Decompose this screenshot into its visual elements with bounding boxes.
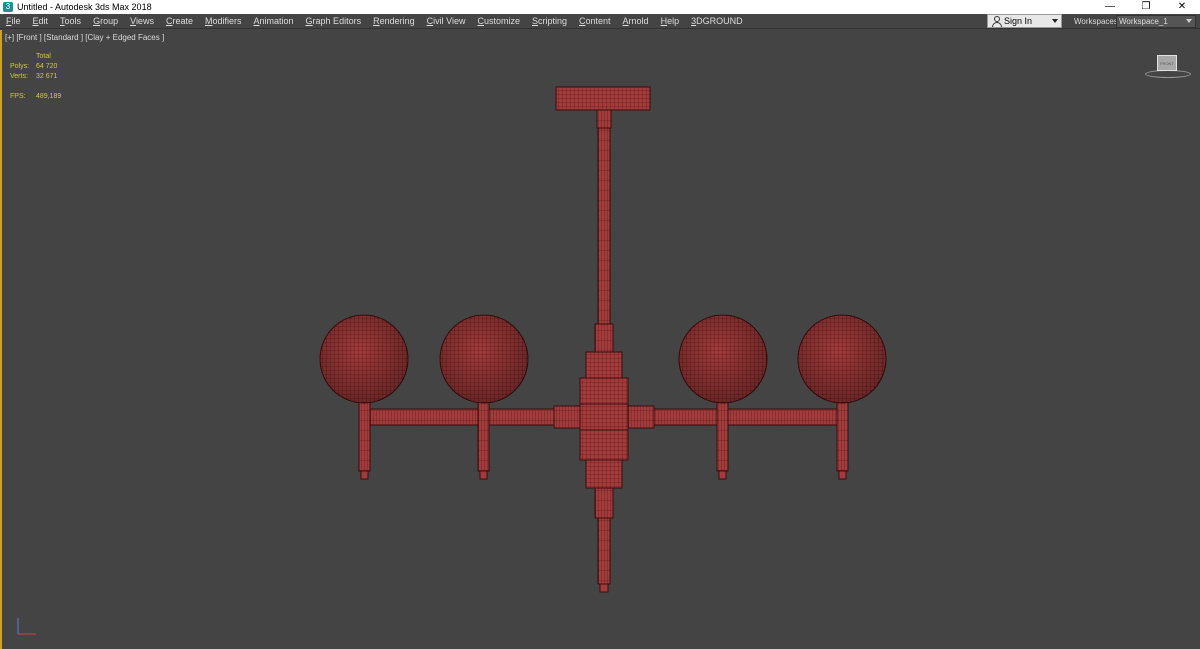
down-rod[interactable] [597, 127, 611, 325]
menu-item-modifiers[interactable]: Modifiers [199, 14, 248, 29]
menu-item-tools[interactable]: Tools [54, 14, 87, 29]
title-bar: 3 Untitled - Autodesk 3ds Max 2018 — ❐ ✕ [0, 0, 1200, 14]
menu-item-arnold[interactable]: Arnold [617, 14, 655, 29]
front-viewport[interactable]: [+] [Front ] [Standard ] [Clay + Edged F… [0, 30, 1200, 649]
rod-coupling[interactable] [594, 323, 614, 353]
stem-3[interactable] [716, 400, 729, 472]
body-band-top[interactable] [579, 377, 629, 405]
user-icon [991, 16, 1002, 27]
close-button[interactable]: ✕ [1164, 0, 1200, 14]
workspaces-label: Workspaces: [1074, 17, 1121, 26]
body-upper[interactable] [585, 351, 623, 379]
body-band-low[interactable] [579, 429, 629, 461]
globe-4[interactable] [797, 314, 887, 404]
bottom-rod[interactable] [597, 517, 611, 585]
menu-item-file[interactable]: File [0, 14, 27, 29]
minimize-button[interactable]: — [1092, 0, 1128, 14]
axis-tripod-icon [17, 618, 36, 635]
chandelier-model[interactable] [2, 30, 1200, 649]
sign-in-dropdown[interactable]: Sign In [987, 14, 1062, 28]
menu-item-rendering[interactable]: Rendering [367, 14, 421, 29]
chevron-down-icon [1052, 19, 1058, 23]
window-title: Untitled - Autodesk 3ds Max 2018 [17, 2, 152, 12]
app-logo-icon: 3 [3, 2, 13, 12]
body-lower[interactable] [585, 459, 623, 489]
maximize-button[interactable]: ❐ [1128, 0, 1164, 14]
menu-item-group[interactable]: Group [87, 14, 124, 29]
sign-in-label: Sign In [1004, 16, 1033, 26]
menu-item-3dground[interactable]: 3DGROUND [685, 14, 749, 29]
window-controls: — ❐ ✕ [1092, 0, 1200, 14]
menu-item-views[interactable]: Views [124, 14, 160, 29]
ceiling-canopy[interactable] [555, 86, 651, 111]
globe-2[interactable] [439, 314, 529, 404]
stem-2[interactable] [477, 400, 490, 472]
chevron-down-icon [1186, 19, 1192, 23]
menu-item-graph-editors[interactable]: Graph Editors [300, 14, 368, 29]
menu-item-customize[interactable]: Customize [471, 14, 526, 29]
stem-4[interactable] [836, 400, 849, 472]
menu-list: File Edit Tools Group Views Create Modifiers An… [0, 14, 749, 29]
menu-item-help[interactable]: Help [655, 14, 686, 29]
workspace-value: Workspace_1 [1119, 17, 1168, 26]
canopy-collar[interactable] [596, 109, 612, 129]
menu-item-civil-view[interactable]: Civil View [421, 14, 472, 29]
menu-item-create[interactable]: Create [160, 14, 199, 29]
menu-item-animation[interactable]: Animation [247, 14, 299, 29]
bottom-tip[interactable] [599, 583, 609, 593]
body-band-mid[interactable] [579, 403, 629, 431]
menu-item-content[interactable]: Content [573, 14, 617, 29]
bottom-finial[interactable] [594, 487, 614, 519]
workspace-select[interactable]: Workspace_1 [1116, 15, 1196, 28]
globe-3[interactable] [678, 314, 768, 404]
menu-item-edit[interactable]: Edit [27, 14, 55, 29]
menu-item-scripting[interactable]: Scripting [526, 14, 573, 29]
globe-1[interactable] [319, 314, 409, 404]
stem-1[interactable] [358, 400, 371, 472]
